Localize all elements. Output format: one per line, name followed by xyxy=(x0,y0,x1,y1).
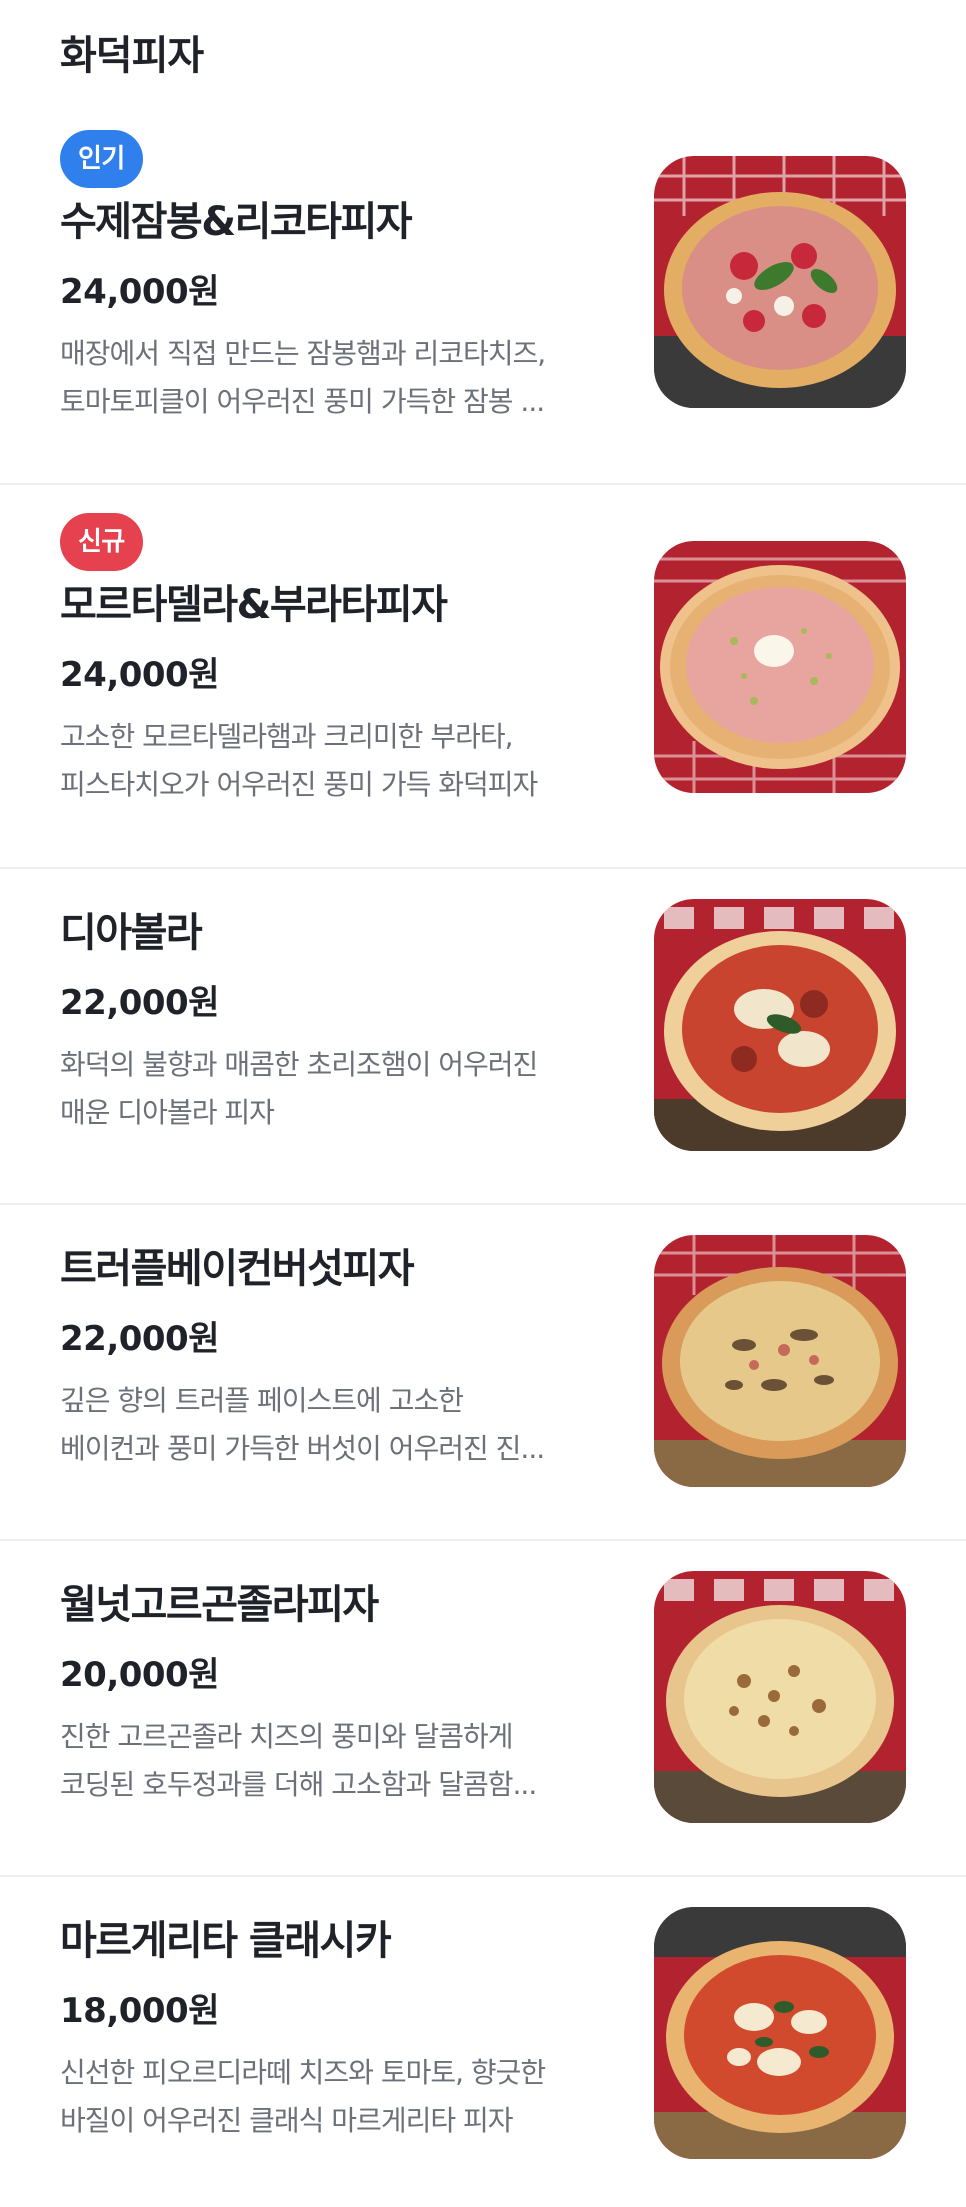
item-name: 마르게리타 클래시카 xyxy=(60,1918,392,1964)
menu-page: 화덕피자 인기 수제잠봉&리코타피자 24,000원 매장에서 직접 만드는 잠… xyxy=(0,0,966,2185)
menu-list: 인기 수제잠봉&리코타피자 24,000원 매장에서 직접 만드는 잠봉햄과 리… xyxy=(0,110,966,2207)
pizza-photo[interactable] xyxy=(654,899,906,1151)
menu-item[interactable]: 신규 모르타델라&부라타피자 24,000원 고소한 모르타델라햄과 크리미한 … xyxy=(0,485,966,869)
item-description-line: 화덕의 불향과 매콤한 초리조햄이 어우러진 xyxy=(60,1048,538,1081)
menu-item[interactable]: 인기 수제잠봉&리코타피자 24,000원 매장에서 직접 만드는 잠봉햄과 리… xyxy=(0,110,966,485)
item-price: 22,000원 xyxy=(60,983,219,1023)
item-price: 24,000원 xyxy=(60,272,219,312)
item-description: 깊은 향의 트러플 페이스트에 고소한 베이컨과 풍미 가득한 버섯이 어우러진… xyxy=(60,1377,620,1473)
pizza-photo[interactable] xyxy=(654,1571,906,1823)
item-description-line: 매장에서 직접 만드는 잠봉햄과 리코타치즈, xyxy=(60,337,546,370)
item-description-line: 깊은 향의 트러플 페이스트에 고소한 xyxy=(60,1384,464,1417)
item-price: 20,000원 xyxy=(60,1655,219,1695)
menu-item[interactable]: 디아볼라 22,000원 화덕의 불향과 매콤한 초리조햄이 어우러진 매운 디… xyxy=(0,869,966,1205)
menu-item-info: 트러플베이컨버섯피자 22,000원 깊은 향의 트러플 페이스트에 고소한 베… xyxy=(60,1241,620,1473)
item-price: 24,000원 xyxy=(60,655,219,695)
item-description-line: 베이컨과 풍미 가득한 버섯이 어우러진 진... xyxy=(60,1432,545,1465)
menu-item[interactable]: 월넛고르곤졸라피자 20,000원 진한 고르곤졸라 치즈의 풍미와 달콤하게 … xyxy=(0,1541,966,1877)
walnut-gorgonzola-pizza-image xyxy=(654,1571,906,1823)
section-title: 화덕피자 xyxy=(60,33,204,79)
item-price: 18,000원 xyxy=(60,1991,219,2031)
item-description-line: 고소한 모르타델라햄과 크리미한 부라타, xyxy=(60,720,514,753)
diavola-pizza-image xyxy=(654,899,906,1151)
item-name: 디아볼라 xyxy=(60,910,203,956)
pizza-photo[interactable] xyxy=(654,156,906,408)
menu-item-info: 월넛고르곤졸라피자 20,000원 진한 고르곤졸라 치즈의 풍미와 달콤하게 … xyxy=(60,1577,620,1809)
menu-item[interactable]: 트러플베이컨버섯피자 22,000원 깊은 향의 트러플 페이스트에 고소한 베… xyxy=(0,1205,966,1541)
item-description-line: 신선한 피오르디라떼 치즈와 토마토, 향긋한 xyxy=(60,2056,546,2089)
margherita-classica-pizza-image xyxy=(654,1907,906,2159)
item-description-line: 매운 디아볼라 피자 xyxy=(60,1096,275,1129)
menu-item-info: 인기 수제잠봉&리코타피자 24,000원 매장에서 직접 만드는 잠봉햄과 리… xyxy=(60,130,620,426)
truffle-bacon-mushroom-pizza-image xyxy=(654,1235,906,1487)
mortadella-burrata-pizza-image xyxy=(654,541,906,793)
badge-popular: 인기 xyxy=(60,130,143,188)
item-description-line: 피스타치오가 어우러진 풍미 가득 화덕피자 xyxy=(60,768,538,801)
pizza-photo[interactable] xyxy=(654,1235,906,1487)
menu-item[interactable]: 마르게리타 클래시카 18,000원 신선한 피오르디라떼 치즈와 토마토, 향… xyxy=(0,1877,966,2207)
menu-item-info: 신규 모르타델라&부라타피자 24,000원 고소한 모르타델라햄과 크리미한 … xyxy=(60,513,620,809)
item-description: 진한 고르곤졸라 치즈의 풍미와 달콤하게 코딩된 호두정과를 더해 고소함과 … xyxy=(60,1713,620,1809)
item-price: 22,000원 xyxy=(60,1319,219,1359)
pizza-photo[interactable] xyxy=(654,1907,906,2159)
item-name: 모르타델라&부라타피자 xyxy=(60,582,448,628)
badge-new: 신규 xyxy=(60,513,143,571)
menu-item-info: 디아볼라 22,000원 화덕의 불향과 매콤한 초리조햄이 어우러진 매운 디… xyxy=(60,905,620,1137)
item-name: 트러플베이컨버섯피자 xyxy=(60,1246,415,1292)
jambon-ricotta-pizza-image xyxy=(654,156,906,408)
item-description: 고소한 모르타델라햄과 크리미한 부라타, 피스타치오가 어우러진 풍미 가득 … xyxy=(60,713,620,809)
item-description-line: 바질이 어우러진 클래식 마르게리타 피자 xyxy=(60,2104,514,2137)
menu-item-info: 마르게리타 클래시카 18,000원 신선한 피오르디라떼 치즈와 토마토, 향… xyxy=(60,1913,620,2145)
item-description: 매장에서 직접 만드는 잠봉햄과 리코타치즈, 토마토피클이 어우러진 풍미 가… xyxy=(60,330,620,426)
item-description: 신선한 피오르디라떼 치즈와 토마토, 향긋한 바질이 어우러진 클래식 마르게… xyxy=(60,2049,620,2145)
item-name: 수제잠봉&리코타피자 xyxy=(60,199,413,245)
item-description-line: 진한 고르곤졸라 치즈의 풍미와 달콤하게 xyxy=(60,1720,514,1753)
item-description-line: 코딩된 호두정과를 더해 고소함과 달콤함... xyxy=(60,1768,537,1801)
item-name: 월넛고르곤졸라피자 xyxy=(60,1582,379,1628)
item-description: 화덕의 불향과 매콤한 초리조햄이 어우러진 매운 디아볼라 피자 xyxy=(60,1041,620,1137)
item-description-line: 토마토피클이 어우러진 풍미 가득한 잠봉 ... xyxy=(60,385,545,418)
pizza-photo[interactable] xyxy=(654,541,906,793)
